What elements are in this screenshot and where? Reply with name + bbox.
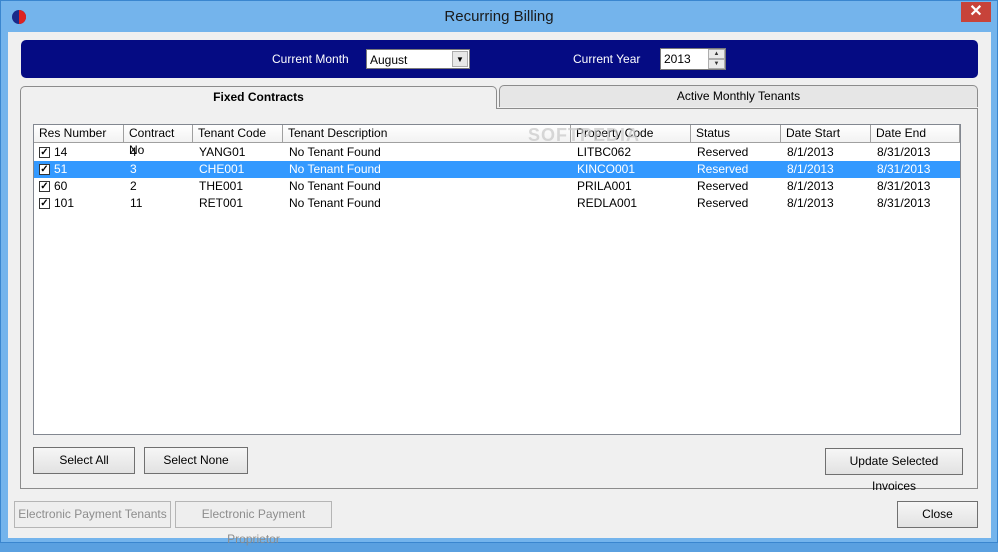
table-cell: 8/1/2013	[787, 162, 834, 176]
table-cell: 8/1/2013	[787, 145, 834, 159]
table-cell: 2	[130, 179, 137, 193]
table-cell: CHE001	[199, 162, 245, 176]
current-month-value: August	[370, 53, 408, 67]
table-cell: LITBC062	[577, 145, 632, 159]
table-cell: 8/31/2013	[877, 196, 931, 210]
window-close-button[interactable]: ✕	[961, 2, 991, 22]
table-cell: No Tenant Found	[289, 145, 381, 159]
watermark-text: SOFTPEDIA	[528, 125, 641, 145]
row-checkbox[interactable]: ✓	[39, 198, 50, 209]
row-checkbox[interactable]: ✓	[39, 164, 50, 175]
table-cell: Reserved	[697, 162, 749, 176]
table-cell: THE001	[199, 179, 244, 193]
table-cell: 51	[54, 162, 68, 176]
table-cell: 8/1/2013	[787, 196, 834, 210]
table-cell: No Tenant Found	[289, 179, 381, 193]
current-month-select[interactable]: August ▼	[366, 49, 470, 69]
window-title: Recurring Billing	[444, 8, 554, 25]
table-cell: REDLA001	[577, 196, 638, 210]
col-date-end[interactable]: Date End	[871, 125, 960, 143]
select-all-button[interactable]: Select All	[33, 447, 135, 474]
table-cell: 60	[54, 179, 68, 193]
table-cell: YANG01	[199, 145, 246, 159]
table-cell: No Tenant Found	[289, 162, 381, 176]
table-row[interactable]: ✓ 14 4 YANG01 No Tenant Found LITBC062 Reserve…	[34, 144, 960, 161]
fixed-contracts-panel: Res Number Contract No Tenant Code Tenan…	[20, 108, 978, 493]
spin-up-icon[interactable]: ▲	[708, 49, 725, 59]
table-cell: 8/31/2013	[877, 179, 931, 193]
row-checkbox[interactable]: ✓	[39, 147, 50, 158]
table-header: Res Number Contract No Tenant Code Tenan…	[34, 125, 960, 157]
tab-fixed-contracts[interactable]: Fixed Contracts	[20, 86, 497, 109]
col-status[interactable]: Status	[691, 125, 781, 143]
electronic-payment-proprietor-button[interactable]: Electronic Payment Proprietor	[175, 501, 332, 546]
current-year-value: 2013	[664, 52, 691, 66]
title-bar[interactable]: Recurring Billing ✕	[1, 1, 997, 32]
table-row[interactable]: ✓ 60 2 THE001 No Tenant Found PRILA001 Reserve…	[34, 178, 960, 195]
client-area: Current Month August ▼ Current Year 2013…	[8, 32, 991, 546]
table-cell: 8/1/2013	[787, 179, 834, 193]
spin-down-icon[interactable]: ▼	[708, 59, 725, 69]
table-cell: 8/31/2013	[877, 145, 931, 159]
period-header: Current Month August ▼ Current Year 2013…	[21, 40, 978, 78]
table-cell: PRILA001	[577, 179, 632, 193]
table-cell: Reserved	[697, 145, 749, 159]
recurring-billing-window: Recurring Billing ✕ Current Month August…	[0, 0, 998, 546]
col-res-number[interactable]: Res Number	[34, 125, 124, 143]
col-date-start[interactable]: Date Start	[781, 125, 871, 143]
table-cell: KINCO001	[577, 162, 636, 176]
table-row[interactable]: ✓ 51 3 CHE001 No Tenant Found KINCO001 Reserve…	[34, 161, 960, 178]
table-cell: 101	[54, 196, 75, 210]
table-cell: 4	[130, 145, 137, 159]
col-contract-no[interactable]: Contract No	[124, 125, 193, 157]
close-button[interactable]: Close	[897, 501, 978, 528]
table-row[interactable]: ✓ 101 11 RET001 No Tenant Found REDLA001 Reser…	[34, 195, 960, 212]
table-cell: 8/31/2013	[877, 162, 931, 176]
tab-active-monthly-tenants[interactable]: Active Monthly Tenants	[499, 85, 978, 107]
table-cell: Reserved	[697, 179, 749, 193]
electronic-payment-tenants-button[interactable]: Electronic Payment Tenants	[14, 501, 171, 528]
chevron-down-icon[interactable]: ▼	[452, 51, 468, 67]
update-selected-invoices-button[interactable]: Update Selected Invoices	[825, 448, 963, 493]
col-tenant-code[interactable]: Tenant Code	[193, 125, 283, 143]
current-year-spinner[interactable]: 2013 ▲ ▼	[660, 48, 726, 70]
table-cell: No Tenant Found	[289, 196, 381, 210]
current-year-label: Current Year	[573, 52, 641, 66]
table-cell: 11	[130, 196, 143, 210]
contracts-table[interactable]: Res Number Contract No Tenant Code Tenan…	[33, 124, 961, 435]
select-none-button[interactable]: Select None	[144, 447, 248, 474]
table-cell: 3	[130, 162, 137, 176]
table-cell: RET001	[199, 196, 244, 210]
row-checkbox[interactable]: ✓	[39, 181, 50, 192]
table-cell: Reserved	[697, 196, 749, 210]
current-month-label: Current Month	[272, 52, 349, 66]
table-cell: 14	[54, 145, 68, 159]
